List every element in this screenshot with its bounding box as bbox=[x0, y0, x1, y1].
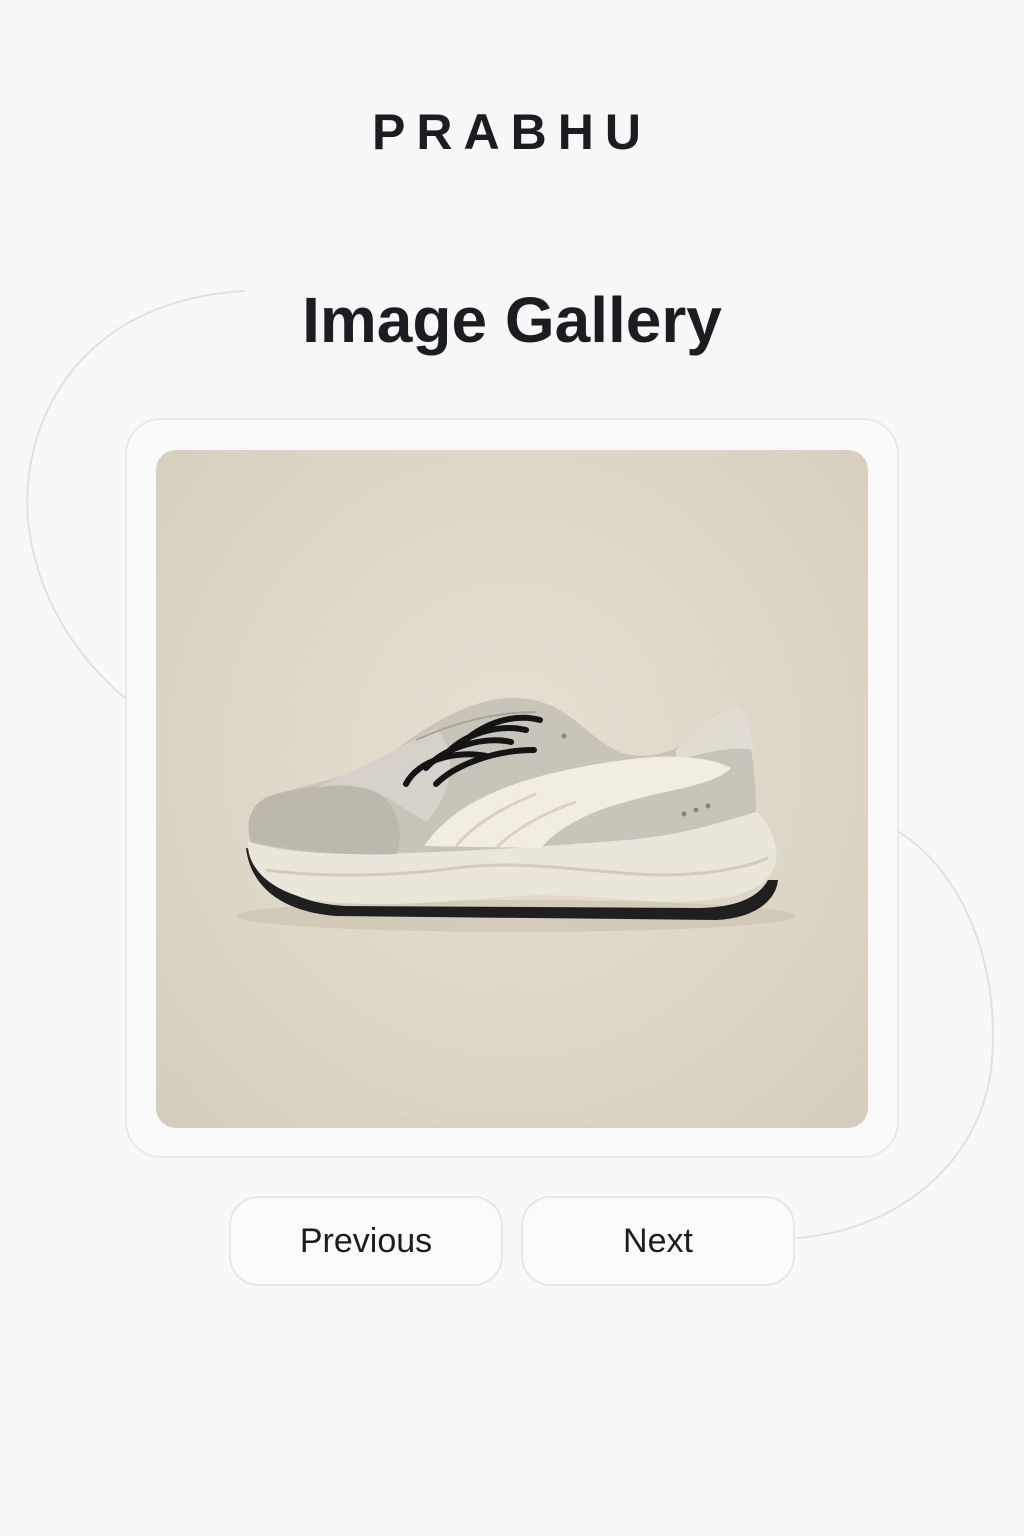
previous-button[interactable]: Previous bbox=[229, 1196, 503, 1286]
page-title: Image Gallery bbox=[302, 284, 722, 356]
brand-logo[interactable]: PRABHU bbox=[0, 100, 1024, 164]
next-button[interactable]: Next bbox=[521, 1196, 795, 1286]
gallery-image bbox=[156, 450, 868, 1128]
sneaker-illustration bbox=[236, 697, 796, 932]
